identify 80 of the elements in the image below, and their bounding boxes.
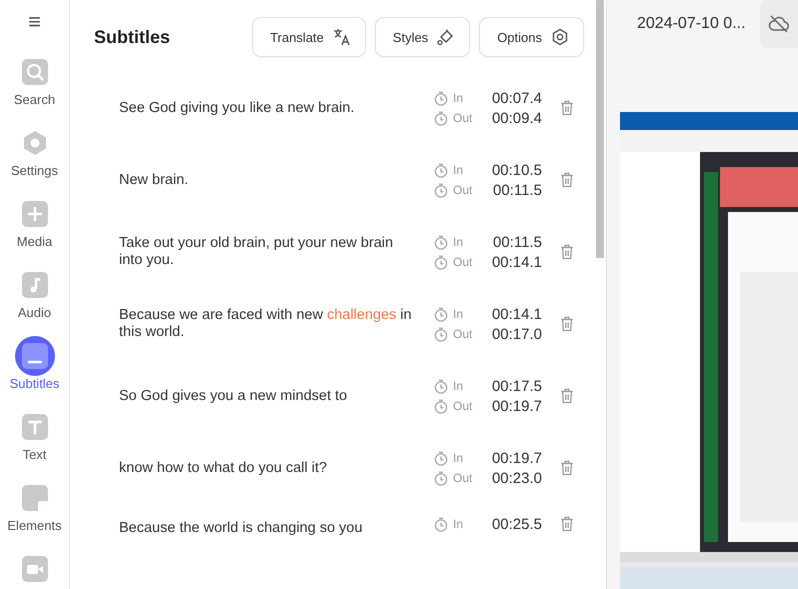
stopwatch-icon bbox=[434, 470, 448, 486]
toolbar-button[interactable]: Translate bbox=[252, 17, 366, 57]
time-label: In bbox=[453, 235, 464, 249]
time-label: In bbox=[453, 379, 464, 393]
plus-icon bbox=[22, 201, 48, 227]
subtitle-text[interactable]: Because the world is changing so you bbox=[119, 516, 434, 541]
cloud-off-icon bbox=[768, 13, 790, 35]
subtitle-text[interactable]: New brain. bbox=[119, 168, 434, 192]
end-time[interactable]: 00:09.4 bbox=[492, 110, 542, 126]
time-label: Out bbox=[453, 111, 474, 125]
trash-icon[interactable] bbox=[560, 460, 574, 476]
time-label: In bbox=[453, 163, 464, 177]
stopwatch-icon bbox=[434, 306, 448, 322]
search-icon bbox=[22, 59, 48, 85]
trash-icon[interactable] bbox=[560, 172, 574, 188]
time-label: Out bbox=[453, 183, 474, 197]
hexagon-icon bbox=[22, 130, 48, 156]
sidebar-item[interactable]: Media bbox=[2, 194, 68, 249]
subtitle-text[interactable]: Because we are faced with new challenges in this world. bbox=[119, 303, 434, 345]
start-time[interactable]: 00:07.4 bbox=[492, 90, 542, 106]
time-label: In bbox=[453, 517, 464, 531]
start-time[interactable]: 00:14.1 bbox=[492, 306, 542, 322]
end-time[interactable]: 00:11.5 bbox=[493, 182, 542, 198]
sidebar-item[interactable]: Elements bbox=[2, 478, 68, 533]
time-label: Out bbox=[453, 399, 474, 413]
start-time[interactable]: 00:10.5 bbox=[492, 162, 542, 178]
start-time[interactable]: 00:25.5 bbox=[492, 516, 542, 532]
trash-icon[interactable] bbox=[560, 244, 574, 260]
start-time[interactable]: 00:17.5 bbox=[492, 378, 542, 394]
start-time[interactable]: 00:11.5 bbox=[493, 234, 542, 250]
end-time[interactable]: 00:23.0 bbox=[492, 470, 542, 486]
toolbar-button[interactable]: Styles bbox=[374, 17, 470, 57]
sidebar-item[interactable]: Settings bbox=[2, 123, 68, 178]
paint-bucket-icon bbox=[437, 28, 456, 46]
translate-icon bbox=[332, 28, 351, 46]
video-icon bbox=[22, 556, 48, 582]
start-time[interactable]: 00:19.7 bbox=[492, 450, 542, 466]
subtitle-text[interactable]: Take out your old brain, put your new brain into you. bbox=[119, 231, 434, 273]
toolbar-button[interactable]: Options bbox=[479, 17, 584, 57]
project-title: 2024-07-10 0... bbox=[637, 15, 746, 33]
time-label: In bbox=[453, 91, 464, 105]
stopwatch-icon bbox=[434, 90, 448, 106]
sidebar-item[interactable]: Subtitles bbox=[2, 336, 68, 391]
trash-icon[interactable] bbox=[560, 100, 574, 116]
sidebar-item[interactable]: Search bbox=[2, 52, 68, 107]
stopwatch-icon bbox=[434, 182, 448, 198]
time-label: Out bbox=[453, 471, 474, 485]
sticky-note-icon bbox=[22, 485, 48, 511]
time-label: Out bbox=[453, 255, 474, 269]
stopwatch-icon bbox=[434, 378, 448, 394]
time-label: In bbox=[453, 307, 464, 321]
end-time[interactable]: 00:17.0 bbox=[492, 326, 542, 342]
stopwatch-icon bbox=[434, 110, 448, 126]
subtitle-text[interactable]: See God giving you like a new brain. bbox=[119, 96, 434, 120]
settings-icon bbox=[551, 28, 569, 46]
stopwatch-icon bbox=[434, 254, 448, 270]
menu-button[interactable]: ≡ bbox=[22, 10, 47, 34]
end-time[interactable]: 00:19.7 bbox=[492, 398, 542, 414]
text-icon bbox=[22, 414, 48, 440]
sidebar-item[interactable]: Audio bbox=[2, 265, 68, 320]
music-note-icon bbox=[22, 272, 48, 298]
stopwatch-icon bbox=[434, 234, 448, 250]
cloud-off-button[interactable] bbox=[760, 0, 798, 48]
end-time[interactable]: 00:14.1 bbox=[492, 254, 542, 270]
subtitles-icon bbox=[22, 343, 48, 369]
trash-icon[interactable] bbox=[560, 388, 574, 404]
sidebar-item[interactable]: Text bbox=[2, 407, 68, 462]
trash-icon[interactable] bbox=[560, 316, 574, 332]
panel-title: Subtitles bbox=[94, 26, 170, 48]
stopwatch-icon bbox=[434, 398, 448, 414]
time-label: In bbox=[453, 451, 464, 465]
stopwatch-icon bbox=[434, 516, 448, 532]
scrollbar-thumb[interactable] bbox=[596, 0, 604, 258]
stopwatch-icon bbox=[434, 162, 448, 178]
stopwatch-icon bbox=[434, 450, 448, 466]
time-label: Out bbox=[453, 327, 474, 341]
stopwatch-icon bbox=[434, 326, 448, 342]
subtitle-text[interactable]: know how to what do you call it? bbox=[119, 456, 434, 480]
trash-icon[interactable] bbox=[560, 516, 574, 532]
subtitle-text[interactable]: So God gives you a new mindset to bbox=[119, 384, 434, 408]
